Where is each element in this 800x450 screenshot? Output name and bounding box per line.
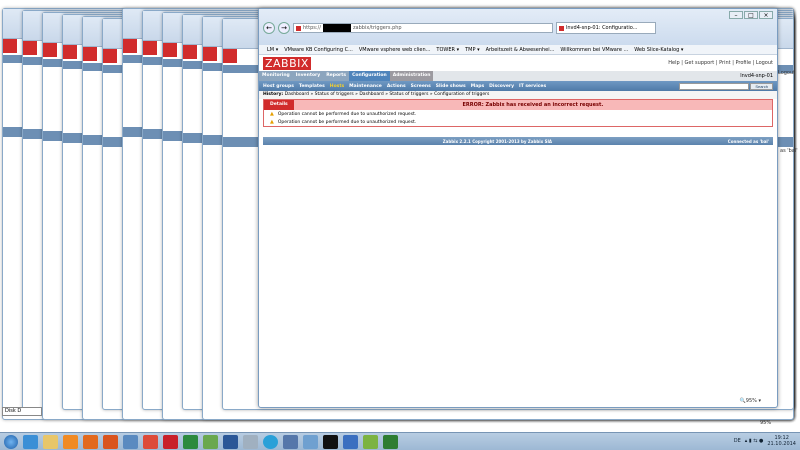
error-message-box: Details ERROR: Zabbix has received an in… <box>263 99 773 127</box>
side-zoom: 95% <box>760 420 772 426</box>
breadcrumb: History: Dashboard » Status of triggers … <box>259 91 777 99</box>
submenu-maps[interactable]: Maps <box>471 84 484 89</box>
firefox-icon[interactable] <box>103 434 118 449</box>
submenu-it-services[interactable]: IT services <box>519 84 546 89</box>
notepad-icon[interactable] <box>363 434 378 449</box>
submenu-slide-shows[interactable]: Slide shows <box>436 84 466 89</box>
menu-configuration[interactable]: Configuration <box>349 71 390 81</box>
app-icon[interactable] <box>203 434 218 449</box>
address-bar[interactable]: https:// zabbix/triggers.php <box>293 23 553 33</box>
zabbix-favicon <box>559 25 564 31</box>
warning-icon: ▲ <box>270 119 274 125</box>
favorite-item[interactable]: Web Slice-Katalog ▾ <box>634 47 683 53</box>
search-button[interactable]: Search <box>750 82 773 90</box>
maximize-button[interactable]: □ <box>744 11 758 19</box>
outlook-icon[interactable] <box>83 434 98 449</box>
word-icon[interactable] <box>223 434 238 449</box>
ie-icon[interactable] <box>23 434 38 449</box>
menu-inventory[interactable]: Inventory <box>292 71 324 81</box>
tray-icons[interactable]: ▴ ▮ ⇆ ● <box>745 438 764 444</box>
telegram-icon[interactable] <box>263 434 278 449</box>
error-line: ▲ Operation cannot be performed due to un… <box>270 119 417 125</box>
browser-tab[interactable]: lnvd4-snp-01: Configuratio... <box>556 22 656 34</box>
submenu-actions[interactable]: Actions <box>387 84 406 89</box>
submenu-host-groups[interactable]: Host groups <box>263 84 294 89</box>
disk-label: Disk D <box>2 407 42 416</box>
menu-administration[interactable]: Administration <box>389 71 434 81</box>
favorite-item[interactable]: TMP ▾ <box>465 47 479 53</box>
side-connected: as 'bal' <box>780 148 798 154</box>
redacted-host <box>322 24 351 32</box>
app-icon[interactable] <box>123 434 138 449</box>
favorite-item[interactable]: LM ▾ <box>267 47 278 53</box>
footer: Zabbix 2.2.1 Copyright 2001-2013 by Zabb… <box>263 137 773 145</box>
submenu-discovery[interactable]: Discovery <box>489 84 514 89</box>
favorite-item[interactable]: TOWER ▾ <box>436 47 459 53</box>
submenu-templates[interactable]: Templates <box>299 84 325 89</box>
top-links[interactable]: Help | Get support | Print | Profile | L… <box>668 60 773 66</box>
sync-icon[interactable] <box>343 434 358 449</box>
error-title: ERROR: Zabbix has received an incorrect … <box>462 102 604 108</box>
side-logout: Logout <box>778 70 796 76</box>
title-bar: – □ × ← → https:// zabbix/triggers.php lnv… <box>259 9 777 45</box>
warning-icon: ▲ <box>270 111 274 117</box>
favorite-item[interactable]: VMware vsphere web clien... <box>359 47 431 53</box>
filezilla-icon[interactable] <box>163 434 178 449</box>
submenu-hosts[interactable]: Hosts <box>330 84 344 89</box>
sub-menu: Host groups Templates Hosts Maintenance … <box>259 81 777 91</box>
favorites-bar: LM ▾ VMware KB Configuring C... VMware v… <box>259 45 777 55</box>
menu-reports[interactable]: Reports <box>323 71 350 81</box>
forward-button[interactable]: → <box>278 22 290 34</box>
favorite-item[interactable]: VMware KB Configuring C... <box>284 47 353 53</box>
back-button[interactable]: ← <box>263 22 275 34</box>
connected-as: Connected as 'bal' <box>727 138 769 144</box>
details-button[interactable]: Details <box>264 100 294 110</box>
menu-monitoring[interactable]: Monitoring <box>259 71 293 81</box>
start-button[interactable] <box>4 434 18 449</box>
submenu-screens[interactable]: Screens <box>411 84 431 89</box>
language-indicator[interactable]: DE <box>734 438 741 444</box>
remote-desktop-icon[interactable] <box>303 434 318 449</box>
favorite-item[interactable]: Arbeitszeit & Abwesenhei... <box>486 47 555 53</box>
terminal-icon[interactable] <box>323 434 338 449</box>
network-icon[interactable] <box>283 434 298 449</box>
app-icon[interactable] <box>243 434 258 449</box>
minimize-button[interactable]: – <box>729 11 743 19</box>
error-line: ▲ Operation cannot be performed due to un… <box>270 111 417 117</box>
media-player-icon[interactable] <box>63 434 78 449</box>
system-tray: DE ▴ ▮ ⇆ ● 19:12 21.10.2014 <box>734 435 796 447</box>
server-name: lnvd4-snp-01 <box>740 73 773 79</box>
chrome-icon[interactable] <box>143 434 158 449</box>
search-input[interactable] <box>679 82 750 90</box>
explorer-icon[interactable] <box>43 434 58 449</box>
zabbix-logo: ZABBIX <box>263 56 311 70</box>
browser-window: – □ × ← → https:// zabbix/triggers.php lnv… <box>258 8 778 408</box>
excel-icon[interactable] <box>183 434 198 449</box>
clock[interactable]: 19:12 21.10.2014 <box>767 435 796 447</box>
submenu-maintenance[interactable]: Maintenance <box>349 84 382 89</box>
favorite-item[interactable]: Willkommen bei VMware ... <box>560 47 628 53</box>
zabbix-favicon <box>296 25 301 31</box>
close-button[interactable]: × <box>759 11 773 19</box>
zoom-level[interactable]: 🔍95% ▾ <box>740 398 761 404</box>
taskbar: DE ▴ ▮ ⇆ ● 19:12 21.10.2014 <box>0 432 800 450</box>
main-menu: Monitoring Inventory Reports Configurati… <box>259 71 777 81</box>
vmware-icon[interactable] <box>383 434 398 449</box>
